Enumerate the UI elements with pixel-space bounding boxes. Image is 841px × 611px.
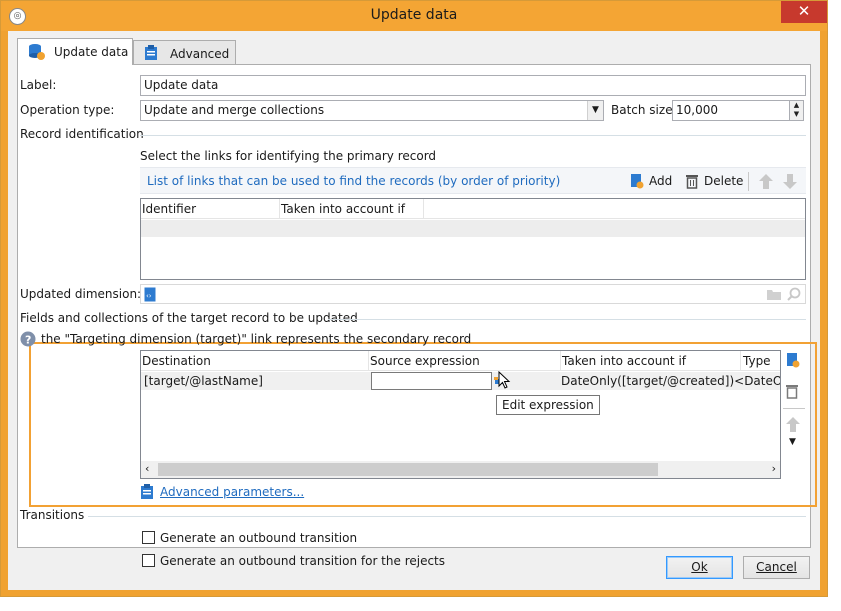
column-source-expression[interactable]: Source expression xyxy=(370,354,480,368)
column-destination[interactable]: Destination xyxy=(142,354,211,368)
close-button[interactable]: ✕ xyxy=(781,1,827,23)
svg-text:?: ? xyxy=(25,334,31,347)
rejects-transition-label: Generate an outbound transition for the … xyxy=(160,554,446,568)
links-list-caption: List of links that can be used to find t… xyxy=(147,174,561,188)
edit-expression-tooltip: Edit expression xyxy=(496,395,600,415)
updated-dimension-caption: Updated dimension: xyxy=(20,287,142,301)
column-identifier[interactable]: Identifier xyxy=(142,202,196,216)
section-divider xyxy=(328,319,806,320)
batch-size-input[interactable]: 10,000 xyxy=(672,100,790,121)
scroll-right-icon[interactable]: › xyxy=(772,462,776,475)
magnifier-icon[interactable] xyxy=(787,287,801,301)
column-separator xyxy=(740,351,741,371)
operation-type-value: Update and merge collections xyxy=(144,103,325,117)
identifier-grid: Identifier Taken into account if xyxy=(140,198,806,280)
help-icon: ? xyxy=(20,331,36,347)
window-title: Update data xyxy=(370,7,458,23)
chevron-down-icon[interactable]: ▼ xyxy=(587,101,603,120)
delete-link-label: Delete xyxy=(704,174,744,188)
svg-text:‹›: ‹› xyxy=(146,292,152,300)
add-link-button[interactable]: Add xyxy=(630,172,680,192)
clipboard-icon xyxy=(145,45,157,60)
cancel-button-label: Cancel xyxy=(756,560,797,574)
title-bar[interactable]: ◎ Update data ✕ xyxy=(1,1,827,31)
column-taken-into-account[interactable]: Taken into account if xyxy=(562,354,686,368)
dialog-window: ◎ Update data ✕ Update data Advanced Lab… xyxy=(0,0,828,597)
outbound-transition-checkbox[interactable] xyxy=(142,531,155,544)
tab-advanced[interactable]: Advanced xyxy=(133,40,236,65)
mouse-pointer-icon xyxy=(498,371,511,389)
outbound-transition-label: Generate an outbound transition xyxy=(160,531,358,545)
delete-link-button[interactable]: Delete xyxy=(685,172,745,192)
links-toolbar: List of links that can be used to find t… xyxy=(140,167,806,194)
xml-document-icon: ‹› xyxy=(144,287,156,302)
operation-type-select[interactable]: Update and merge collections ▼ xyxy=(140,100,604,121)
spinner-up-icon[interactable]: ▲ xyxy=(790,101,803,110)
column-type[interactable]: Type xyxy=(743,354,771,368)
column-separator xyxy=(560,351,561,371)
fields-grid: Destination Source expression Taken into… xyxy=(140,350,781,479)
toolbar-divider xyxy=(783,408,805,409)
destination-cell: [target/@lastName] xyxy=(144,374,263,388)
database-update-icon xyxy=(29,44,45,60)
ok-button-label: Ok xyxy=(691,560,708,574)
tab-advanced-label: Advanced xyxy=(170,47,230,61)
tab-update-data[interactable]: Update data xyxy=(17,38,133,65)
horizontal-scrollbar[interactable]: ‹ › xyxy=(141,461,780,478)
add-link-label: Add xyxy=(649,174,673,188)
batch-size-caption: Batch size: xyxy=(611,103,677,117)
toolbar-divider xyxy=(748,172,749,191)
operation-type-caption: Operation type: xyxy=(20,103,115,117)
table-row[interactable] xyxy=(141,220,805,237)
batch-size-spinner[interactable]: ▲ ▼ xyxy=(789,100,804,121)
table-row[interactable]: [target/@lastName] DateOnly([target/@cre… xyxy=(141,372,780,390)
tab-panel: Label: Update data Operation type: Updat… xyxy=(17,64,817,568)
trash-icon xyxy=(686,175,698,189)
section-divider xyxy=(140,135,806,136)
column-separator xyxy=(368,351,369,371)
label-input[interactable]: Update data xyxy=(140,75,806,96)
clipboard-icon xyxy=(141,484,153,499)
section-divider xyxy=(88,516,806,517)
cancel-button[interactable]: Cancel xyxy=(743,556,810,579)
move-down-icon[interactable] xyxy=(782,173,798,190)
identifier-grid-header: Identifier Taken into account if xyxy=(141,199,805,219)
folder-icon[interactable] xyxy=(767,288,781,300)
move-up-icon[interactable] xyxy=(785,416,801,433)
record-identification-title: Record identification xyxy=(20,127,144,141)
ok-button[interactable]: Ok xyxy=(666,556,733,579)
more-arrow-icon[interactable]: ▼ xyxy=(789,437,796,447)
tab-update-data-label: Update data xyxy=(54,45,129,59)
fields-grid-header: Destination Source expression Taken into… xyxy=(141,351,780,371)
move-up-icon[interactable] xyxy=(758,173,774,190)
record-identification-instruction: Select the links for identifying the pri… xyxy=(140,149,437,163)
label-caption: Label: xyxy=(20,78,57,92)
column-separator xyxy=(423,199,424,219)
column-taken-into-account[interactable]: Taken into account if xyxy=(281,202,405,216)
secondary-record-info: the "Targeting dimension (target)" link … xyxy=(41,332,472,346)
dialog-client: Update data Advanced Label: Update data … xyxy=(8,31,820,590)
add-field-icon[interactable] xyxy=(785,352,801,369)
rejects-transition-checkbox[interactable] xyxy=(142,554,155,567)
spinner-down-icon[interactable]: ▼ xyxy=(790,110,803,119)
transitions-title: Transitions xyxy=(20,508,85,522)
add-document-icon xyxy=(631,174,644,189)
column-separator xyxy=(279,199,280,219)
scroll-left-icon[interactable]: ‹ xyxy=(145,462,149,475)
fields-section-title: Fields and collections of the target rec… xyxy=(20,311,358,325)
scroll-thumb[interactable] xyxy=(158,463,658,476)
source-expression-input[interactable] xyxy=(371,372,492,390)
condition-cell: DateOnly([target/@created])<DateOnly(G xyxy=(561,374,780,388)
advanced-parameters-link[interactable]: Advanced parameters... xyxy=(160,485,304,499)
trash-icon[interactable] xyxy=(785,383,801,400)
updated-dimension-field[interactable]: ‹› xyxy=(140,284,806,304)
